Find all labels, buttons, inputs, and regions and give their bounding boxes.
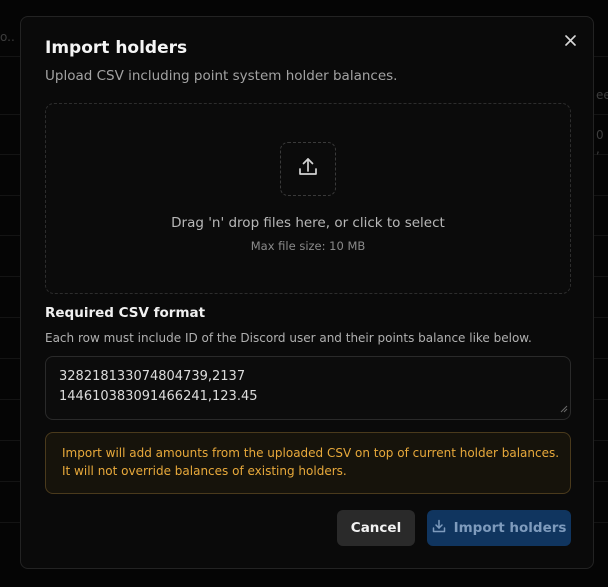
notice-text: It will not override balances of existin…: [62, 464, 347, 478]
import-notice: Import will add amounts from the uploade…: [45, 432, 571, 494]
resize-handle-icon[interactable]: [560, 398, 568, 417]
csv-example-row: 328218133074804739,2137: [59, 369, 246, 384]
cancel-button-label: Cancel: [350, 520, 402, 536]
background-text-fragment: 0 ,: [596, 128, 604, 156]
background-text-fragment: ee: [596, 88, 608, 102]
csv-example-row: 144610383091466241,123.45: [59, 389, 258, 404]
close-button[interactable]: [563, 33, 578, 48]
upload-icon-box: [280, 142, 336, 196]
dropzone-text: Drag 'n' drop files here, or click to se…: [171, 215, 445, 231]
dropzone-hint: Max file size: 10 MB: [250, 239, 366, 253]
dialog-title: Import holders: [45, 38, 188, 58]
download-icon: [432, 519, 446, 537]
import-holders-dialog: Import holders Upload CSV including poin…: [20, 16, 594, 569]
csv-format-title: Required CSV format: [45, 305, 206, 321]
dialog-subtitle: Upload CSV including point system holder…: [45, 68, 398, 84]
upload-icon: [297, 156, 319, 182]
file-dropzone[interactable]: Drag 'n' drop files here, or click to se…: [45, 103, 571, 294]
csv-format-description: Each row must include ID of the Discord …: [45, 331, 532, 345]
x-close-icon[interactable]: [565, 31, 576, 50]
import-holders-button[interactable]: Import holders: [427, 510, 571, 546]
import-button-label: Import holders: [453, 520, 567, 536]
background-text-fragment: o..: [0, 30, 15, 44]
notice-text: Import will add amounts from the uploade…: [62, 446, 560, 460]
csv-example-textarea[interactable]: 328218133074804739,2137 1446103830914662…: [45, 356, 571, 420]
cancel-button[interactable]: Cancel: [337, 510, 415, 546]
